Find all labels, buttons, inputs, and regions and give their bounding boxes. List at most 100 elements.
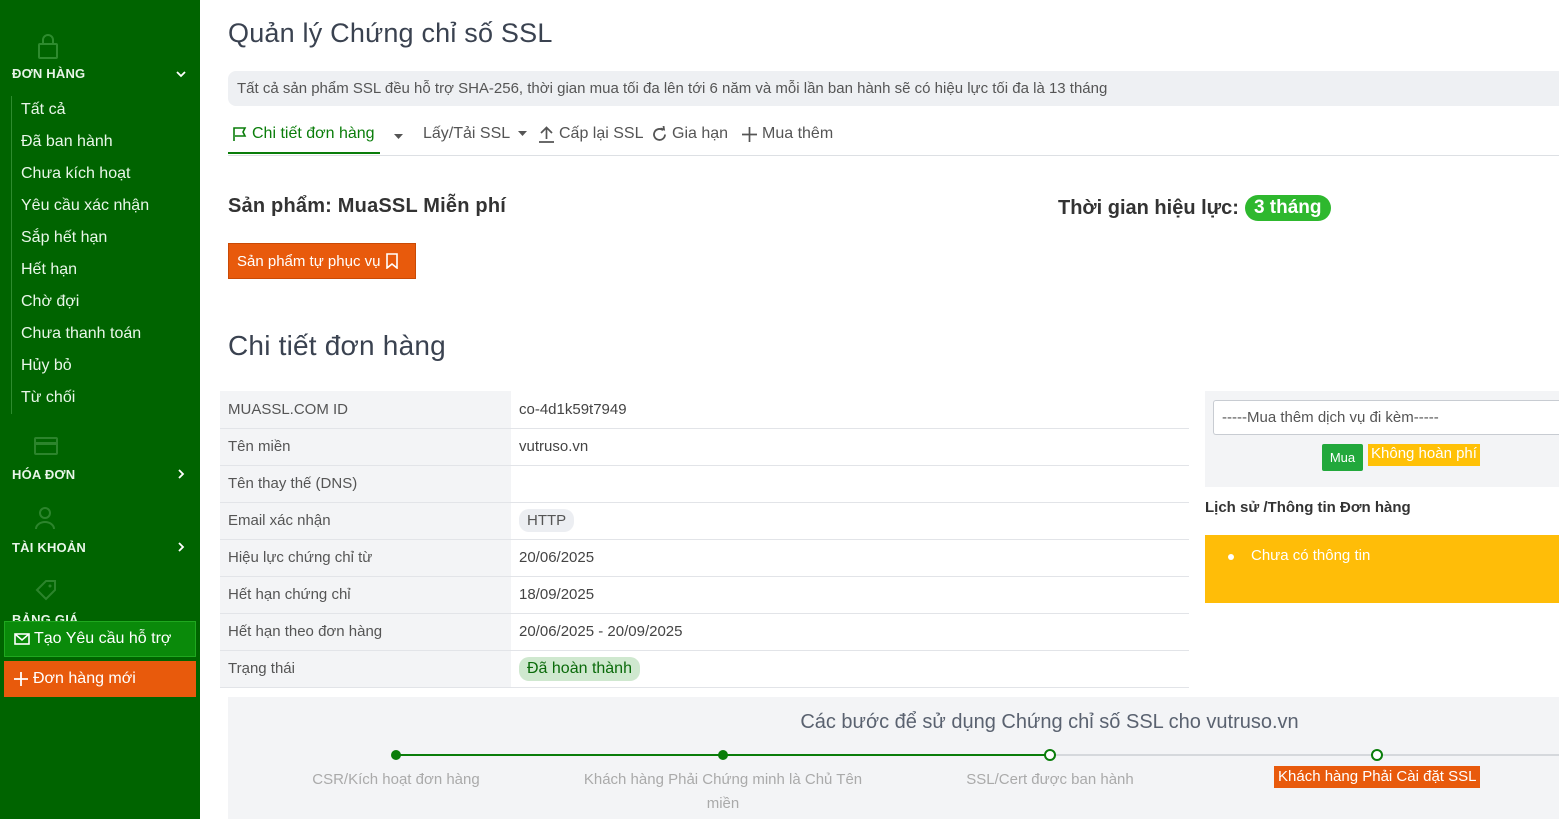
detail-key: Hết hạn chứng chỉ — [220, 576, 511, 614]
detail-value: co-4d1k59t7949 — [511, 391, 1189, 429]
tab-get-download-ssl[interactable]: Lấy/Tải SSL — [423, 125, 531, 143]
create-support-request-button[interactable]: Tạo Yêu cầu hỗ trợ — [4, 621, 196, 657]
sidebar-item-rejected[interactable]: Từ chối — [21, 389, 75, 407]
sidebar-item-cancelled[interactable]: Hủy bỏ — [21, 357, 72, 375]
ssl-steps-panel: Các bước để sử dụng Chứng chỉ số SSL cho… — [228, 697, 1559, 819]
create-support-request-label: Tạo Yêu cầu hỗ trợ — [34, 630, 172, 647]
no-refund-badge: Không hoàn phí — [1368, 444, 1480, 466]
tab-buy-more-label: Mua thêm — [762, 125, 834, 142]
table-row: MUASSL.COM ID co-4d1k59t7949 — [220, 391, 1189, 429]
sidebar-subline — [11, 96, 12, 414]
plus-icon — [742, 126, 757, 142]
detail-value: 20/06/2025 — [511, 539, 1189, 577]
detail-value: 20/06/2025 - 20/09/2025 — [511, 613, 1189, 651]
table-row: Hết hạn theo đơn hàng 20/06/2025 - 20/09… — [220, 613, 1189, 651]
addon-service-select[interactable]: -----Mua thêm dịch vụ đi kèm----- — [1213, 400, 1559, 435]
order-details-table: MUASSL.COM ID co-4d1k59t7949 Tên miền vu… — [220, 391, 1189, 688]
validity-badge: 3 tháng — [1244, 195, 1331, 221]
step-label: Khách hàng Phải Chứng minh là Chủ Tên mi… — [583, 771, 863, 812]
chevron-right-icon[interactable] — [176, 542, 186, 552]
table-row: Tên miền vutruso.vn — [220, 428, 1189, 466]
sidebar-item-expiring-soon[interactable]: Sắp hết hạn — [21, 229, 107, 247]
validity-period: Thời gian hiệu lực: 3 tháng — [1058, 195, 1331, 221]
detail-value: 18/09/2025 — [511, 576, 1189, 614]
sidebar-group-invoices[interactable]: HÓA ĐƠN — [12, 467, 75, 482]
tag-icon — [35, 580, 56, 601]
detail-key: Tên miền — [220, 428, 511, 466]
lock-icon — [38, 34, 58, 59]
status-badge: Đã hoàn thành — [519, 656, 640, 681]
detail-key: Hết hạn theo đơn hàng — [220, 613, 511, 651]
detail-value — [511, 465, 1189, 503]
sidebar-group-pricing[interactable]: BẢNG GIÁ — [12, 612, 79, 621]
detail-key: Tên thay thế (DNS) — [220, 465, 511, 503]
flag-icon — [233, 127, 247, 141]
tab-order-details-label: Chi tiết đơn hàng — [252, 125, 375, 142]
detail-key: MUASSL.COM ID — [220, 391, 511, 429]
step-dot — [1371, 749, 1383, 761]
detail-key: Trạng thái — [220, 650, 511, 688]
validation-method-badge: HTTP — [519, 509, 575, 532]
step-dot — [718, 750, 728, 760]
credit-card-icon — [34, 437, 58, 455]
tab-renew-label: Gia hạn — [672, 125, 729, 142]
self-service-product-button[interactable]: Sản phẩm tự phục vụ — [228, 243, 416, 279]
step-label: CSR/Kích hoạt đơn hàng — [312, 771, 480, 788]
self-service-product-label: Sản phẩm tự phục vụ — [237, 252, 381, 270]
sidebar-item-issued[interactable]: Đã ban hành — [21, 133, 113, 151]
upload-icon — [539, 125, 554, 143]
buy-button[interactable]: Mua — [1322, 444, 1363, 471]
envelope-icon — [14, 633, 30, 645]
tab-buy-more[interactable]: Mua thêm — [741, 125, 833, 143]
table-row: Tên thay thế (DNS) — [220, 465, 1189, 503]
caret-down-icon[interactable] — [394, 134, 403, 140]
tab-reissue-ssl[interactable]: Cấp lại SSL — [538, 125, 644, 143]
new-order-label: Đơn hàng mới — [33, 670, 136, 687]
detail-value: HTTP — [511, 502, 1189, 540]
main-content: Quản lý Chứng chỉ số SSL Tất cả sản phẩm… — [200, 0, 1559, 819]
step-label-current: Khách hàng Phải Cài đặt SSL — [1274, 766, 1481, 788]
sidebar-group-orders[interactable]: ĐƠN HÀNG — [12, 66, 85, 81]
sidebar-item-all[interactable]: Tất cả — [21, 101, 65, 119]
sidebar-item-expired[interactable]: Hết hạn — [21, 261, 77, 279]
sidebar-item-waiting[interactable]: Chờ đợi — [21, 293, 79, 311]
addon-panel: -----Mua thêm dịch vụ đi kèm----- Mua Kh… — [1205, 391, 1559, 487]
order-history-title: Lịch sử /Thông tin Đơn hàng — [1205, 499, 1411, 516]
progress-line-pending — [1051, 754, 1559, 756]
tab-order-details[interactable]: Chi tiết đơn hàng — [232, 125, 375, 143]
info-bar: Tất cả sản phẩm SSL đều hỗ trợ SHA-256, … — [228, 71, 1559, 106]
sidebar-item-not-activated[interactable]: Chưa kích hoạt — [21, 165, 130, 183]
page-title: Quản lý Chứng chỉ số SSL — [228, 18, 553, 48]
chevron-down-icon[interactable] — [176, 69, 186, 79]
step-dot — [391, 750, 401, 760]
table-row: Trạng thái Đã hoàn thành — [220, 650, 1189, 688]
order-history-box: Chưa có thông tin — [1205, 535, 1559, 603]
list-item: Chưa có thông tin — [1251, 547, 1371, 564]
plus-icon — [14, 672, 28, 686]
tab-get-download-ssl-label: Lấy/Tải SSL — [423, 125, 511, 142]
detail-value: vutruso.vn — [511, 428, 1189, 466]
sidebar-group-account[interactable]: TÀI KHOẢN — [12, 540, 86, 555]
ssl-steps-title: Các bước để sử dụng Chứng chỉ số SSL cho… — [800, 711, 1299, 733]
validity-label: Thời gian hiệu lực: — [1058, 196, 1239, 219]
caret-down-icon — [518, 131, 528, 136]
bookmark-icon — [386, 253, 399, 269]
refresh-icon — [653, 125, 666, 141]
detail-value: Đã hoàn thành — [511, 650, 1189, 688]
table-row: Hết hạn chứng chỉ 18/09/2025 — [220, 576, 1189, 614]
detail-key: Email xác nhận — [220, 502, 511, 540]
table-row: Email xác nhận HTTP — [220, 502, 1189, 540]
order-details-heading: Chi tiết đơn hàng — [228, 330, 446, 361]
sidebar-item-unpaid[interactable]: Chưa thanh toán — [21, 325, 141, 343]
user-icon — [35, 507, 55, 530]
sidebar: ĐƠN HÀNG Tất cả Đã ban hành Chưa kích ho… — [0, 0, 200, 819]
chevron-right-icon[interactable] — [176, 469, 186, 479]
product-name: Sản phẩm: MuaSSL Miễn phí — [228, 195, 506, 217]
detail-key: Hiệu lực chứng chỉ từ — [220, 539, 511, 577]
new-order-button[interactable]: Đơn hàng mới — [4, 661, 196, 697]
step-label: SSL/Cert được ban hành — [966, 771, 1134, 788]
tab-bar: Chi tiết đơn hàng Lấy/Tải SSL Cấp lại SS… — [228, 118, 1559, 156]
sidebar-item-verification-required[interactable]: Yêu cầu xác nhận — [21, 197, 149, 215]
active-tab-underline — [228, 152, 380, 154]
tab-renew[interactable]: Gia hạn — [651, 125, 728, 143]
